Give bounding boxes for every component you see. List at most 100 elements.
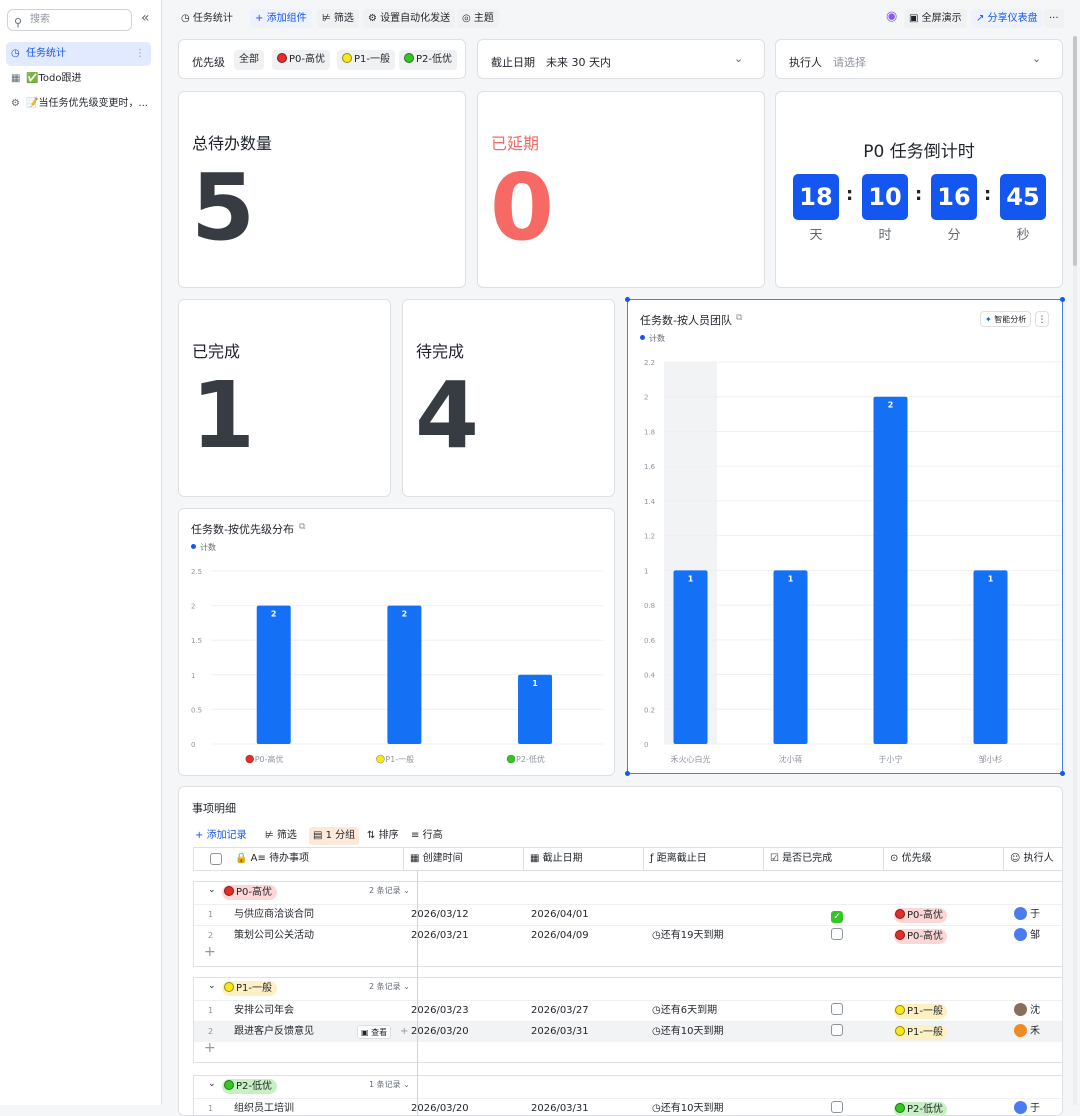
assignee-cell[interactable]: 于 [1014, 1099, 1040, 1115]
due-cell[interactable]: 2026/03/31 [531, 1022, 589, 1042]
remaining-cell[interactable]: ◷还有10天到期 [652, 1099, 723, 1115]
resize-handle[interactable] [1060, 297, 1065, 302]
assignee-cell[interactable]: 于 [1014, 905, 1040, 925]
share-dashboard-button[interactable]: ↗ 分享仪表盘 [971, 9, 1043, 28]
due-cell[interactable]: 2026/04/01 [531, 905, 589, 925]
priority-option-p2[interactable]: P2-低优 [399, 50, 458, 70]
priority-cell[interactable]: P0-高优 [894, 926, 948, 946]
sort-button[interactable]: ⇅ 排序 [363, 827, 403, 845]
due-cell[interactable]: 2026/03/31 [531, 1099, 589, 1115]
priority-cell[interactable]: P1-一般 [894, 1022, 948, 1042]
done-cell[interactable]: ✓ [831, 905, 843, 925]
theme-button[interactable]: ◎ 主题 [457, 9, 499, 28]
done-cell[interactable] [831, 1001, 843, 1021]
view-record-button[interactable]: ▣ 查看 [357, 1025, 392, 1039]
due-cell[interactable]: 2026/04/09 [531, 926, 589, 946]
task-cell[interactable]: 跟进客户反馈意见 [234, 1022, 314, 1042]
priority-cell[interactable]: P1-一般 [894, 1001, 948, 1021]
auto-send-button[interactable]: ⚙ 设置自动化发送 [363, 9, 456, 28]
column-header-remaining[interactable]: ƒ 距离截止日 [644, 847, 764, 871]
assignee-cell[interactable]: 邹 [1014, 926, 1040, 946]
priority-option-p0[interactable]: P0-高优 [272, 50, 331, 70]
chevron-down-icon[interactable]: ⌄ [208, 981, 216, 991]
team-chart-card[interactable]: 任务数-按人员团队 ⧉ ✦ 智能分析 ⋮ 计数 0 0.2 0.4 0.6 0.8 1 1.… [625, 297, 1065, 776]
column-header-task[interactable]: 🔒 A≡ 待办事项 [229, 847, 404, 871]
due-cell[interactable]: 2026/03/27 [531, 1001, 589, 1021]
ai-assistant-icon[interactable]: ◉ [881, 7, 902, 26]
table-filter-button[interactable]: ⊭ 筛选 [261, 827, 301, 845]
row-height-button[interactable]: ≡ 行高 [407, 827, 447, 845]
column-header-assignee[interactable]: ☺ 执行人 [1004, 847, 1062, 871]
deadline-filter[interactable]: 截止日期 未来 30 天内 ⌄ [477, 39, 765, 79]
unchecked-checkbox[interactable] [831, 928, 843, 940]
checked-checkbox[interactable]: ✓ [831, 911, 843, 923]
plus-icon[interactable]: + [400, 1022, 408, 1042]
assignee-cell[interactable]: 禾 [1014, 1022, 1040, 1042]
fullscreen-button[interactable]: ▣ 全屏演示 [904, 9, 967, 28]
created-cell[interactable]: 2026/03/12 [411, 905, 469, 925]
created-cell[interactable]: 2026/03/20 [411, 1099, 469, 1115]
scrollbar-thumb[interactable] [1073, 36, 1077, 266]
column-header-due[interactable]: ▦ 截止日期 [524, 847, 644, 871]
task-cell[interactable]: 安排公司年会 [234, 1001, 294, 1021]
priority-chart-card[interactable]: 任务数-按优先级分布 ⧉ 计数 0 0.5 1 1.5 2 2.5 2 P0-高优 2 P1-一般… [178, 508, 615, 776]
task-cell[interactable]: 策划公司公关活动 [234, 926, 314, 946]
column-header-done[interactable]: ☑ 是否已完成 [764, 847, 884, 871]
sidebar-item-dashboard[interactable]: ◷ 任务统计 ⋮ [6, 42, 151, 66]
created-cell[interactable]: 2026/03/21 [411, 926, 469, 946]
add-record-button[interactable]: + 添加记录 [191, 827, 251, 845]
y-tick-label: 1.6 [644, 463, 656, 471]
assignee-filter[interactable]: 执行人 请选择 ⌄ [775, 39, 1063, 79]
created-cell[interactable]: 2026/03/20 [411, 1022, 469, 1042]
more-icon[interactable]: ⋮ [135, 42, 145, 66]
group-header[interactable]: ⌄ P2-低优 1 条记录 ⌄ [194, 1076, 1062, 1096]
group-header[interactable]: ⌄ P1-一般 2 条记录 ⌄ [194, 978, 1062, 998]
column-header-created[interactable]: ▦ 创建时间 [404, 847, 524, 871]
sidebar-item-workflow[interactable]: ⚙ 📝当任务优先级变更时，... [6, 92, 151, 116]
select-all-checkbox[interactable] [210, 853, 222, 865]
done-cell[interactable] [831, 926, 843, 946]
task-cell[interactable]: 与供应商洽谈合同 [234, 905, 314, 925]
collapse-sidebar-icon[interactable]: « [141, 10, 150, 26]
group-button[interactable]: ▤ 1 分组 [309, 827, 360, 845]
column-header-priority[interactable]: ⊙ 优先级 [884, 847, 1004, 871]
table-row[interactable]: 1 与供应商洽谈合同 2026/03/12 2026/04/01 ✓ P0-高优… [194, 904, 1062, 925]
done-cell[interactable] [831, 1099, 843, 1115]
table-row[interactable]: 1 组织员工培训 2026/03/20 2026/03/31 ◷还有10天到期 … [194, 1098, 1062, 1115]
resize-handle[interactable] [1060, 771, 1065, 776]
add-widget-button[interactable]: + 添加组件 [250, 9, 312, 28]
red-dot-icon [277, 53, 287, 63]
y-tick-label: 1 [191, 672, 195, 680]
priority-cell[interactable]: P0-高优 [894, 905, 948, 925]
priority-option-all[interactable]: 全部 [234, 50, 264, 70]
table-row[interactable]: 2 跟进客户反馈意见 ▣ 查看 + 2026/03/20 2026/03/31 … [194, 1021, 1062, 1042]
unchecked-checkbox[interactable] [831, 1101, 843, 1113]
unchecked-checkbox[interactable] [831, 1024, 843, 1036]
remaining-cell[interactable]: ◷还有19天到期 [652, 926, 723, 946]
resize-handle[interactable] [625, 771, 630, 776]
filter-button[interactable]: ⊭ 筛选 [317, 9, 359, 28]
chevron-down-icon[interactable]: ⌄ [208, 885, 216, 895]
sidebar-item-todo[interactable]: ▦ ✅Todo跟进 [6, 67, 151, 91]
chevron-down-icon[interactable]: ⌄ [208, 1079, 216, 1089]
share-label: 分享仪表盘 [987, 13, 1038, 24]
add-row-icon[interactable]: + [204, 1040, 216, 1056]
group-header[interactable]: ⌄ P0-高优 2 条记录 ⌄ [194, 882, 1062, 902]
assignee-cell[interactable]: 沈 [1014, 1001, 1040, 1021]
done-cell[interactable] [831, 1022, 843, 1042]
table-row[interactable]: 2 策划公司公关活动 2026/03/21 2026/04/09 ◷还有19天到… [194, 925, 1062, 946]
page-scrollbar[interactable] [1072, 36, 1078, 1105]
resize-handle[interactable] [625, 297, 630, 302]
remaining-cell[interactable]: ◷还有6天到期 [652, 1001, 717, 1021]
task-cell[interactable]: 组织员工培训 [234, 1099, 294, 1115]
unchecked-checkbox[interactable] [831, 1003, 843, 1015]
priority-option-p1[interactable]: P1-一般 [337, 50, 396, 70]
created-cell[interactable]: 2026/03/23 [411, 1001, 469, 1021]
remaining-cell[interactable]: ◷还有10天到期 [652, 1022, 723, 1042]
table-row[interactable]: 1 安排公司年会 2026/03/23 2026/03/27 ◷还有6天到期 P… [194, 1000, 1062, 1021]
priority-cell[interactable]: P2-低优 [894, 1099, 948, 1115]
more-options-button[interactable]: ··· [1044, 9, 1064, 28]
add-row-icon[interactable]: + [204, 944, 216, 960]
yellow-dot-icon [895, 1005, 905, 1015]
search-input[interactable]: ⚲ 搜索 [7, 9, 132, 31]
